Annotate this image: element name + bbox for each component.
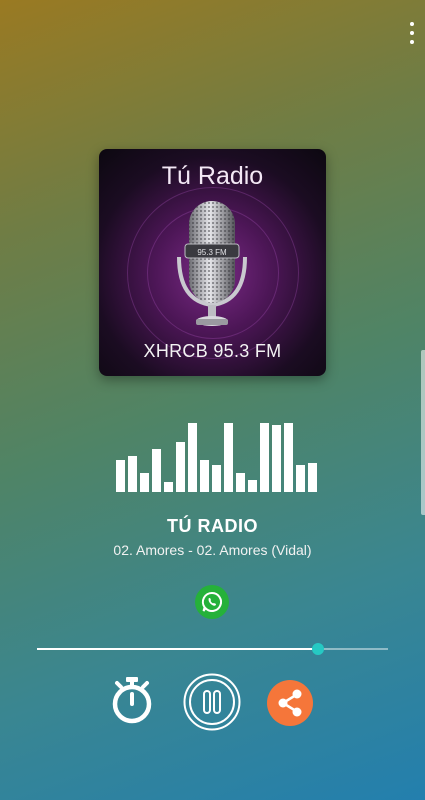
mic-badge: 95.3 FM xyxy=(197,248,227,257)
station-name: TÚ RADIO xyxy=(167,516,258,536)
visualizer-bar xyxy=(200,460,209,492)
visualizer-bar xyxy=(116,460,125,492)
visualizer-bar xyxy=(176,442,185,492)
more-vertical-icon xyxy=(410,22,414,26)
visualizer-bar xyxy=(128,456,137,492)
overflow-menu-button[interactable] xyxy=(405,22,419,44)
progress-slider[interactable] xyxy=(37,643,388,655)
visualizer-bar xyxy=(152,449,161,492)
progress-fill xyxy=(37,648,318,650)
visualizer-bar xyxy=(248,480,257,492)
share-button[interactable] xyxy=(267,680,313,726)
visualizer-bar xyxy=(272,425,281,492)
song-title: 02. Amores - 02. Amores (Vidal) xyxy=(113,542,312,558)
visualizer-bar xyxy=(140,473,149,492)
visualizer-bar xyxy=(212,465,221,492)
play-pause-button[interactable] xyxy=(183,673,241,731)
visualizer-bar xyxy=(236,473,245,492)
visualizer-bar xyxy=(164,482,173,492)
share-icon xyxy=(278,689,302,717)
audio-visualizer xyxy=(116,420,317,492)
edge-panel-handle[interactable] xyxy=(421,350,425,515)
sleep-timer-button[interactable] xyxy=(108,675,156,725)
visualizer-bar xyxy=(260,423,269,492)
album-art: Tú Radio 95.3 FM XHRCB 95.3 FM xyxy=(99,149,326,376)
whatsapp-button[interactable] xyxy=(195,585,229,619)
stopwatch-icon xyxy=(112,677,152,724)
progress-thumb[interactable] xyxy=(311,643,324,655)
visualizer-bar xyxy=(188,423,197,492)
visualizer-bar xyxy=(308,463,317,492)
album-art-frequency: XHRCB 95.3 FM xyxy=(143,341,282,361)
whatsapp-icon xyxy=(201,591,223,612)
visualizer-bar xyxy=(296,465,305,492)
visualizer-bar xyxy=(224,423,233,492)
visualizer-bar xyxy=(284,423,293,492)
pause-icon xyxy=(183,673,241,731)
